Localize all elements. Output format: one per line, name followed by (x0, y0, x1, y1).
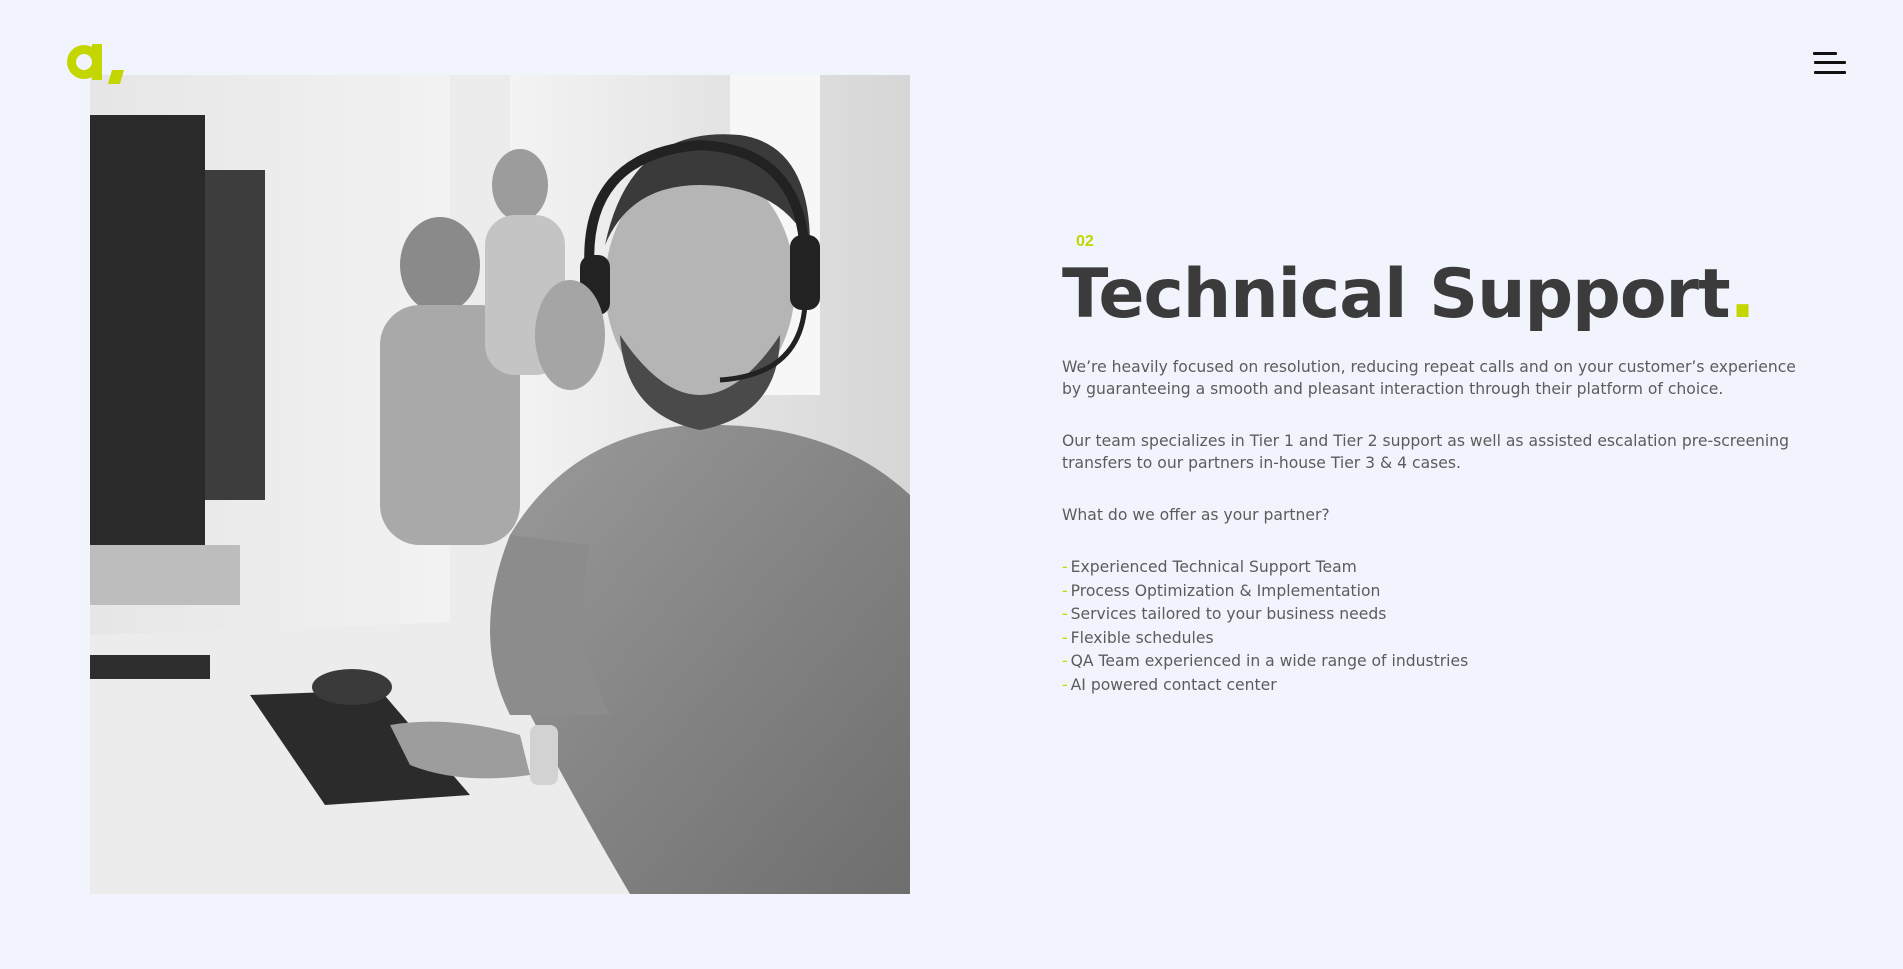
list-item: - AI powered contact center (1062, 674, 1802, 698)
list-item: - QA Team experienced in a wide range of … (1062, 650, 1802, 674)
hamburger-menu-icon[interactable] (1808, 50, 1846, 80)
section-number: 02 (1076, 233, 1094, 250)
logo-mark-icon (67, 44, 124, 84)
menu-line (1814, 61, 1846, 64)
page-title: Technical Support. (1062, 255, 1802, 335)
list-item-text: Process Optimization & Implementation (1070, 581, 1381, 600)
list-item: - Services tailored to your business need… (1062, 603, 1802, 627)
list-bullet: - (1062, 628, 1068, 647)
offer-question: What do we offer as your partner? (1062, 506, 1330, 524)
list-item-text: AI powered contact center (1070, 675, 1277, 694)
list-bullet: - (1062, 652, 1068, 671)
list-bullet: - (1062, 605, 1068, 624)
tiers-paragraph: Our team specializes in Tier 1 and Tier … (1062, 432, 1790, 472)
list-item-text: Services tailored to your business needs (1070, 605, 1387, 624)
list-item-text: Flexible schedules (1070, 628, 1214, 647)
offers-list: - Experienced Technical Support Team - Pro… (1062, 556, 1802, 698)
intro-paragraph: We’re heavily focused on resolution, red… (1062, 358, 1796, 398)
support-agent-photo (90, 75, 910, 894)
hero-photo (90, 75, 910, 894)
list-bullet: - (1062, 558, 1068, 576)
list-item-text: Experienced Technical Support Team (1070, 558, 1357, 576)
list-bullet: - (1062, 581, 1068, 600)
list-item: - Flexible schedules (1062, 627, 1802, 651)
title-text: Technical Support (1062, 255, 1731, 334)
list-item: - Experienced Technical Support Team (1062, 556, 1802, 580)
list-item: - Process Optimization & Implementation (1062, 580, 1802, 604)
list-bullet: - (1062, 675, 1068, 694)
menu-line (1813, 52, 1837, 55)
title-accent-dot: . (1729, 255, 1756, 334)
technical-support-section: 02 Technical Support. We’re heavily focu… (1062, 231, 1802, 698)
menu-line (1814, 71, 1846, 74)
brand-logo[interactable] (62, 32, 132, 90)
list-item-text: QA Team experienced in a wide range of i… (1070, 652, 1469, 671)
